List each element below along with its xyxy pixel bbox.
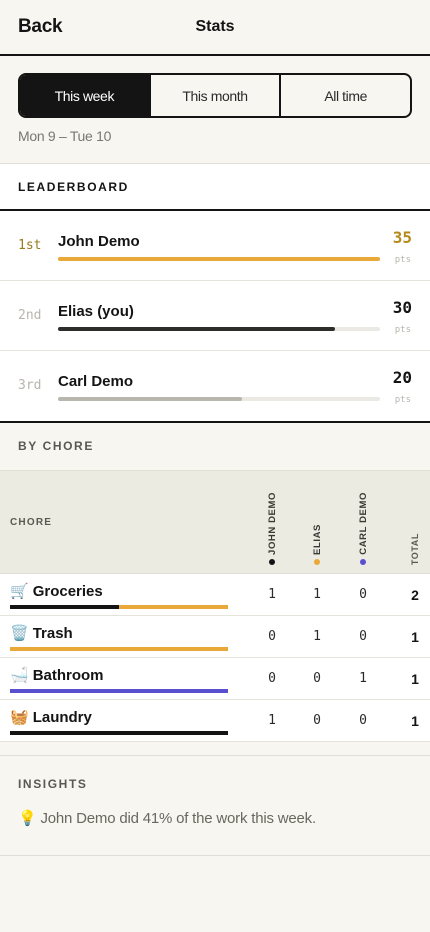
points-unit: pts [394, 325, 411, 335]
points-progress-fill [58, 397, 242, 401]
by-chore-heading: BY CHORE [18, 439, 94, 453]
count-cell: 0 [359, 713, 367, 728]
count-cell: 1 [313, 629, 321, 644]
column-header-person: ELIAS [307, 524, 327, 565]
total-cell: 1 [411, 713, 419, 729]
count-cell: 0 [359, 587, 367, 602]
chore-name-text: Trash [32, 625, 73, 642]
chore-share-segment [10, 605, 119, 609]
page-title: Stats [195, 18, 235, 35]
chore-name: 🛒 Groceries [10, 582, 103, 600]
leaderboard: 1st John Demo 35 pts 2nd Elias (you) 30 … [0, 211, 430, 423]
chore-share-bar [10, 689, 228, 693]
points-progress-bar [58, 257, 380, 261]
top-bar: Back Stats [0, 0, 430, 56]
points-value: 20 [392, 368, 412, 387]
column-header-total: TOTAL [405, 533, 425, 565]
points-progress-fill [58, 327, 335, 331]
insight-text: 💡 John Demo did 41% of the work this wee… [18, 809, 316, 827]
chore-name-text: Groceries [32, 583, 103, 600]
chore-table-header: CHORE JOHN DEMO ELIAS CARL DEMO TOTAL [0, 470, 430, 574]
leaderboard-row[interactable]: 1st John Demo 35 pts [0, 211, 430, 281]
count-cell: 1 [268, 587, 276, 602]
person-label: ELIAS [311, 524, 323, 555]
member-name: Elias (you) [58, 303, 134, 320]
chore-name: 🗑️ Trash [10, 624, 73, 642]
total-cell: 1 [411, 671, 419, 687]
chore-row[interactable]: 🛁 Bathroom 0 0 1 1 [0, 658, 430, 700]
chore-table: CHORE JOHN DEMO ELIAS CARL DEMO TOTAL 🛒 G… [0, 470, 430, 742]
count-cell: 0 [268, 671, 276, 686]
count-cell: 0 [313, 713, 321, 728]
chore-share-segment [10, 647, 228, 651]
points-unit: pts [394, 255, 411, 265]
points-value: 30 [392, 298, 412, 317]
insights-heading: INSIGHTS [18, 777, 88, 791]
insight-message: John Demo did 41% of the work this week. [40, 810, 316, 827]
trash-icon: 🗑️ [10, 625, 29, 642]
member-name: Carl Demo [58, 373, 134, 390]
rank-label: 2nd [18, 308, 42, 323]
chore-share-segment [119, 605, 228, 609]
person-color-dot [360, 559, 366, 565]
leaderboard-heading: LEADERBOARD [0, 163, 430, 211]
chore-name-text: Laundry [32, 709, 92, 726]
leaderboard-row[interactable]: 3rd Carl Demo 20 pts [0, 351, 430, 421]
tab-this-week[interactable]: This week [20, 75, 149, 116]
count-cell: 1 [313, 587, 321, 602]
total-cell: 2 [411, 587, 419, 603]
bathtub-icon: 🛁 [10, 667, 29, 684]
count-cell: 1 [359, 671, 367, 686]
column-header-person: CARL DEMO [353, 492, 373, 565]
chore-name-text: Bathroom [32, 667, 104, 684]
points-progress-fill [58, 257, 380, 261]
shopping-cart-icon: 🛒 [10, 583, 29, 600]
chore-name: 🛁 Bathroom [10, 666, 104, 684]
laundry-basket-icon: 🧺 [10, 709, 29, 726]
rank-label: 1st [18, 238, 42, 253]
chore-name: 🧺 Laundry [10, 708, 92, 726]
period-segmented-control: This week This month All time [18, 73, 412, 118]
points-value: 35 [392, 228, 412, 247]
person-color-dot [269, 559, 275, 565]
column-header-chore: CHORE [10, 517, 53, 528]
total-cell: 1 [411, 629, 419, 645]
member-name: John Demo [58, 233, 140, 250]
insights-section: INSIGHTS 💡 John Demo did 41% of the work… [0, 755, 430, 856]
chore-row[interactable]: 🛒 Groceries 1 1 0 2 [0, 574, 430, 616]
chore-share-segment [10, 689, 228, 693]
chore-share-segment [10, 731, 228, 735]
count-cell: 0 [268, 629, 276, 644]
chore-row[interactable]: 🗑️ Trash 0 1 0 1 [0, 616, 430, 658]
count-cell: 0 [313, 671, 321, 686]
person-label: JOHN DEMO [266, 492, 278, 555]
chore-share-bar [10, 605, 228, 609]
lightbulb-icon: 💡 [18, 810, 37, 827]
leaderboard-row[interactable]: 2nd Elias (you) 30 pts [0, 281, 430, 351]
total-label: TOTAL [410, 532, 420, 565]
person-color-dot [314, 559, 320, 565]
tab-all-time[interactable]: All time [279, 75, 410, 116]
points-unit: pts [394, 395, 411, 405]
tab-this-month[interactable]: This month [148, 75, 280, 116]
count-cell: 1 [268, 713, 276, 728]
date-range: Mon 9 – Tue 10 [18, 128, 112, 144]
points-progress-bar [58, 397, 380, 401]
chore-share-bar [10, 731, 228, 735]
person-label: CARL DEMO [357, 492, 369, 555]
column-header-person: JOHN DEMO [262, 492, 282, 565]
rank-label: 3rd [18, 378, 42, 393]
points-progress-bar [58, 327, 380, 331]
count-cell: 0 [359, 629, 367, 644]
chore-share-bar [10, 647, 228, 651]
chore-row[interactable]: 🧺 Laundry 1 0 0 1 [0, 700, 430, 742]
